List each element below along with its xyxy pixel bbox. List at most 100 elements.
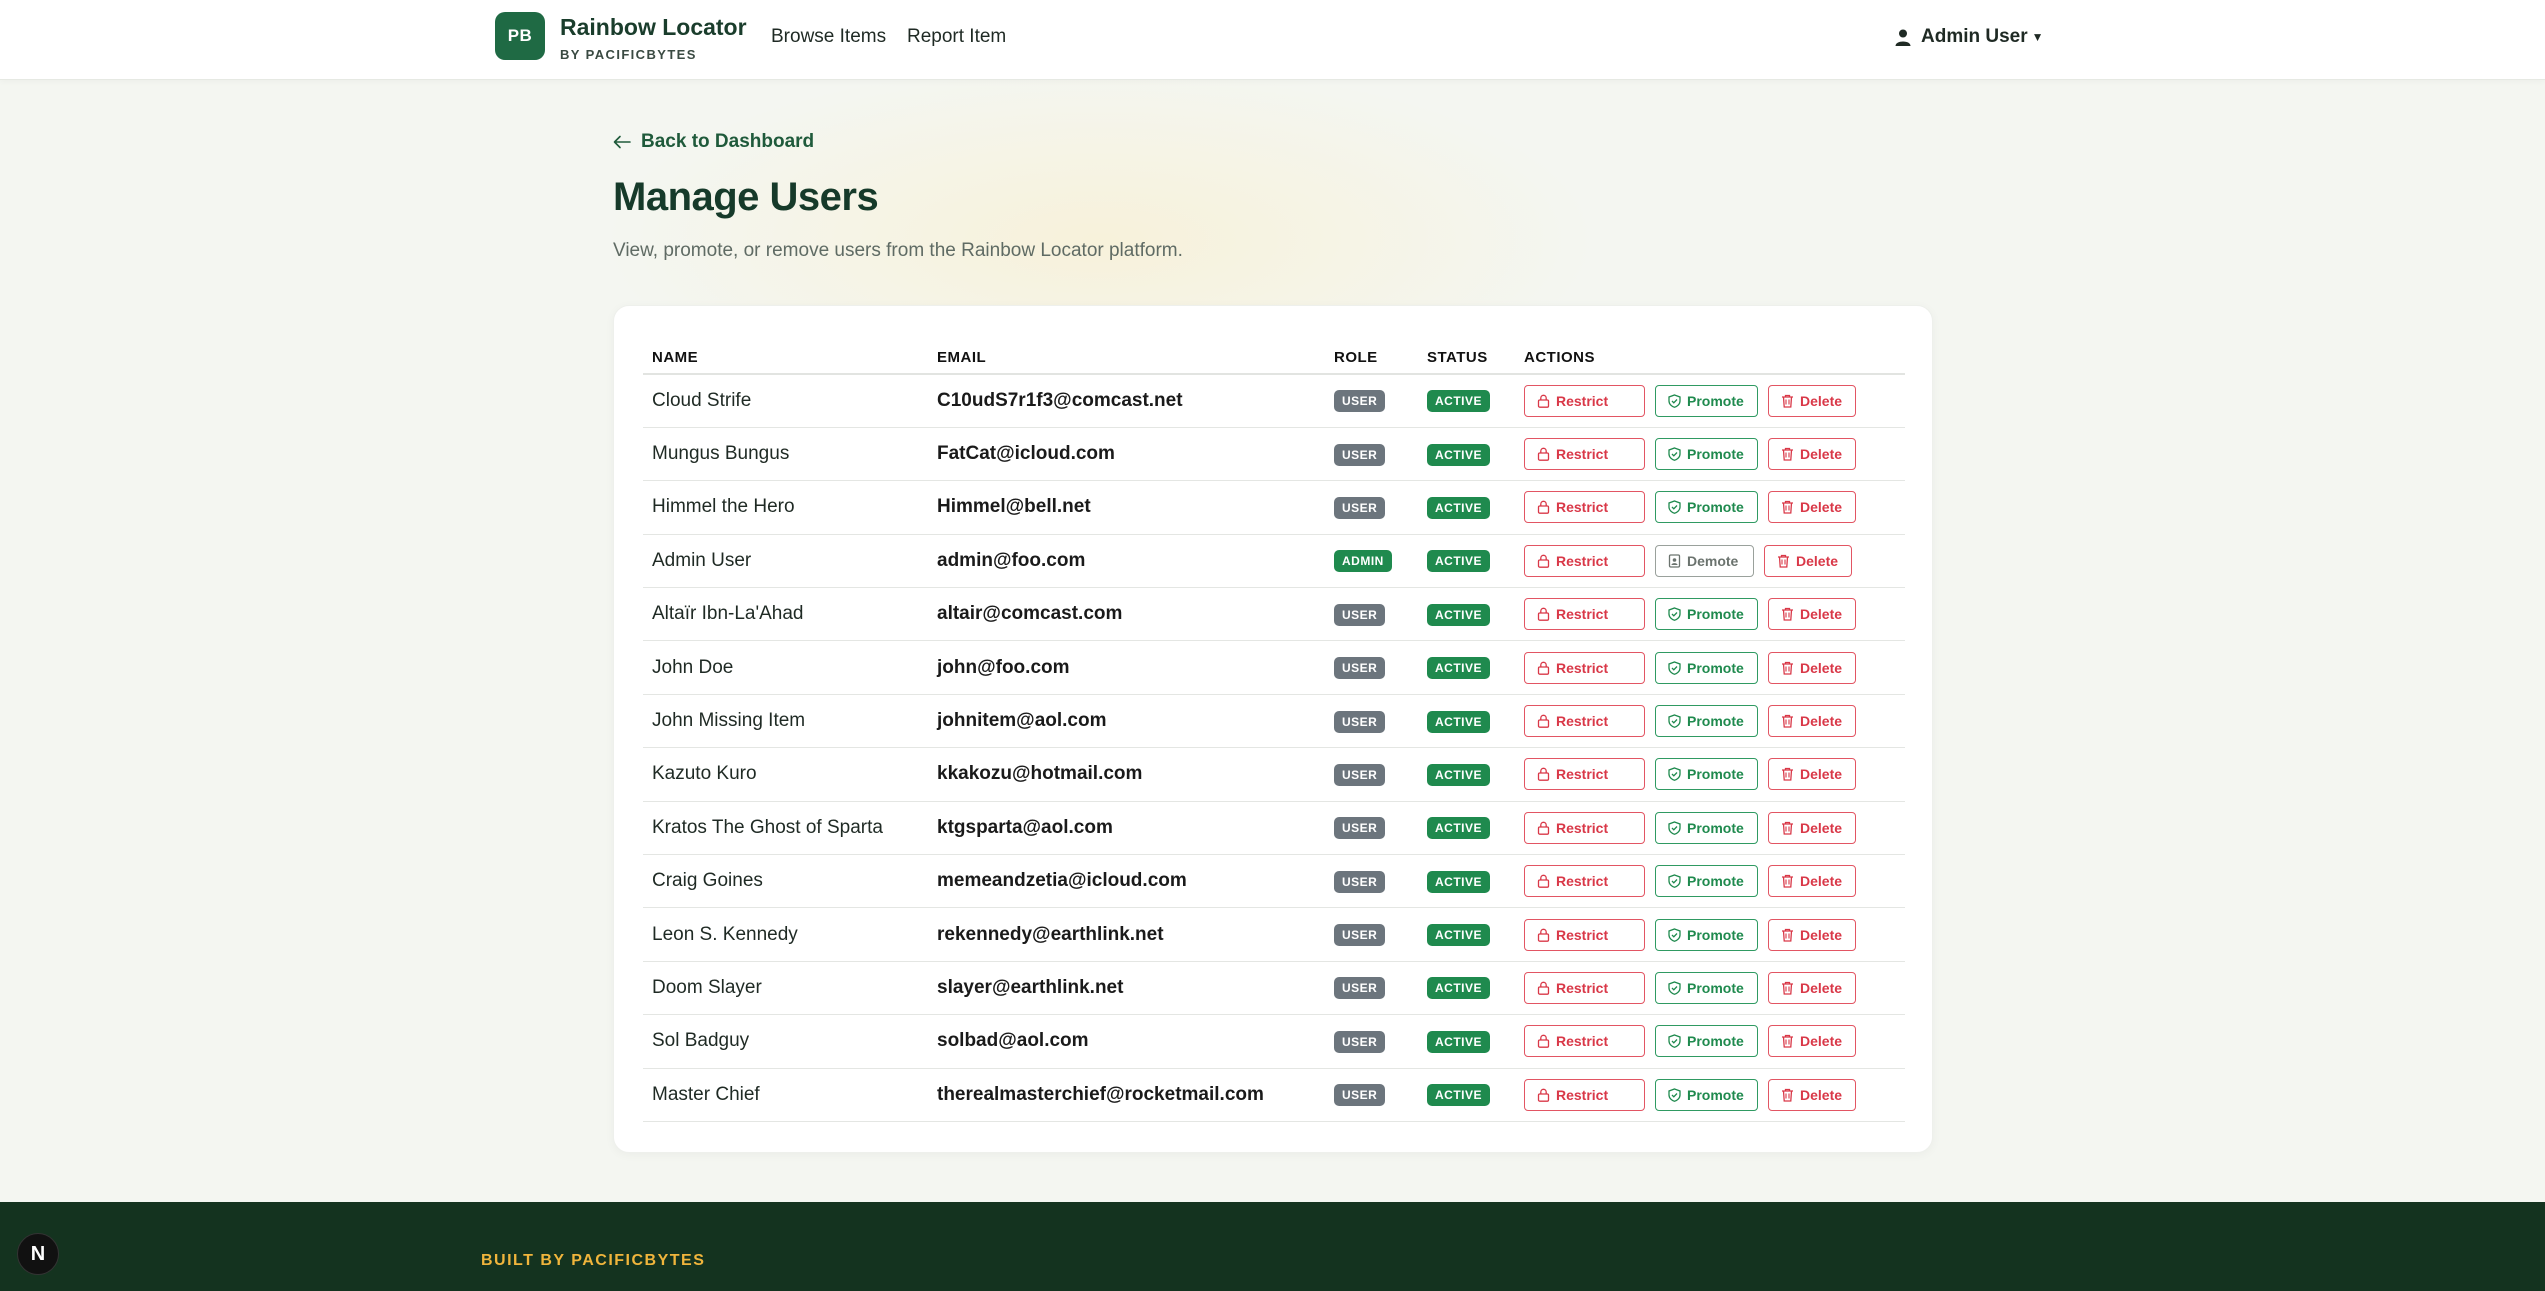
- brand-title[interactable]: Rainbow Locator: [560, 14, 747, 41]
- restrict-button[interactable]: Restrict: [1524, 438, 1645, 471]
- restrict-button-label: Restrict: [1556, 606, 1609, 623]
- user-name: Cloud Strife: [643, 374, 928, 428]
- column-header-email: EMAIL: [928, 342, 1325, 375]
- restrict-button-label: Restrict: [1556, 499, 1609, 516]
- actions-cell: Restrict Promote Delete: [1515, 427, 1905, 482]
- status-cell: ACTIVE: [1418, 1068, 1515, 1122]
- promote-button[interactable]: Promote: [1655, 651, 1758, 684]
- user-email: kkakozu@hotmail.com: [928, 747, 1325, 802]
- delete-button[interactable]: Delete: [1768, 705, 1856, 738]
- table-row: John Missing Item johnitem@aol.com USER …: [643, 694, 1905, 749]
- role-badge: USER: [1334, 924, 1386, 947]
- status-cell: ACTIVE: [1418, 1014, 1515, 1069]
- users-table: NAME EMAIL ROLE STATUS ACTIONS Cloud Str…: [643, 342, 1905, 1122]
- delete-button-label: Delete: [1800, 446, 1843, 463]
- trash-icon: [1778, 554, 1789, 568]
- restrict-button-label: Restrict: [1556, 392, 1609, 409]
- nextjs-dev-badge[interactable]: N: [17, 1233, 59, 1275]
- restrict-button[interactable]: Restrict: [1524, 865, 1645, 898]
- top-navbar: PB Rainbow Locator BY PACIFICBYTES Brows…: [0, 0, 2545, 80]
- promote-button[interactable]: Promote: [1655, 1078, 1758, 1111]
- trash-icon: [1782, 394, 1793, 408]
- status-badge: ACTIVE: [1427, 817, 1491, 840]
- role-action-label: Demote: [1687, 552, 1739, 569]
- promote-button[interactable]: Promote: [1655, 971, 1758, 1004]
- restrict-button[interactable]: Restrict: [1524, 598, 1645, 631]
- promote-button[interactable]: Promote: [1655, 598, 1758, 631]
- person-icon: [1895, 29, 1911, 46]
- shield-check-icon: [1668, 607, 1681, 622]
- status-cell: ACTIVE: [1418, 534, 1515, 589]
- delete-button[interactable]: Delete: [1768, 865, 1856, 898]
- shield-check-icon: [1668, 660, 1681, 675]
- role-action-label: Promote: [1687, 1033, 1744, 1050]
- shield-check-icon: [1668, 1034, 1681, 1049]
- restrict-button[interactable]: Restrict: [1524, 918, 1645, 951]
- delete-button[interactable]: Delete: [1768, 971, 1856, 1004]
- restrict-button[interactable]: Restrict: [1524, 1025, 1645, 1058]
- role-badge: USER: [1334, 1030, 1386, 1053]
- promote-button[interactable]: Promote: [1655, 384, 1758, 417]
- restrict-button-label: Restrict: [1556, 819, 1609, 836]
- delete-button[interactable]: Delete: [1768, 491, 1856, 524]
- demote-button[interactable]: Demote: [1655, 544, 1754, 577]
- nav-report-item[interactable]: Report Item: [907, 26, 1006, 48]
- promote-button[interactable]: Promote: [1655, 811, 1758, 844]
- promote-button[interactable]: Promote: [1655, 865, 1758, 898]
- nav-browse-items[interactable]: Browse Items: [771, 26, 886, 48]
- delete-button-label: Delete: [1800, 819, 1843, 836]
- table-row: Himmel the Hero Himmel@bell.net USER ACT…: [643, 480, 1905, 535]
- table-row: Leon S. Kennedy rekennedy@earthlink.net …: [643, 907, 1905, 962]
- restrict-button[interactable]: Restrict: [1524, 384, 1645, 417]
- lock-icon: [1537, 554, 1550, 568]
- restrict-button[interactable]: Restrict: [1524, 651, 1645, 684]
- restrict-button[interactable]: Restrict: [1524, 971, 1645, 1004]
- restrict-button[interactable]: Restrict: [1524, 1078, 1645, 1111]
- delete-button[interactable]: Delete: [1768, 598, 1856, 631]
- restrict-button[interactable]: Restrict: [1524, 758, 1645, 791]
- user-menu-dropdown[interactable]: Admin User ▼: [1895, 26, 2044, 48]
- role-action-label: Promote: [1687, 446, 1744, 463]
- shield-check-icon: [1668, 981, 1681, 995]
- brand-logo[interactable]: PB: [495, 12, 545, 60]
- role-action-label: Promote: [1687, 819, 1744, 836]
- status-badge: ACTIVE: [1427, 496, 1491, 519]
- delete-button[interactable]: Delete: [1768, 1078, 1856, 1111]
- back-to-dashboard-link[interactable]: Back to Dashboard: [613, 131, 814, 153]
- restrict-button[interactable]: Restrict: [1524, 705, 1645, 738]
- lock-icon: [1537, 1035, 1550, 1049]
- restrict-button[interactable]: Restrict: [1524, 811, 1645, 844]
- delete-button[interactable]: Delete: [1768, 384, 1856, 417]
- delete-button[interactable]: Delete: [1768, 438, 1856, 471]
- role-action-label: Promote: [1687, 766, 1744, 783]
- column-header-status: STATUS: [1418, 342, 1515, 375]
- promote-button[interactable]: Promote: [1655, 1025, 1758, 1058]
- role-cell: USER: [1325, 374, 1418, 428]
- user-email: johnitem@aol.com: [928, 694, 1325, 749]
- delete-button-label: Delete: [1800, 873, 1843, 890]
- role-action-label: Promote: [1687, 659, 1744, 676]
- column-header-role: ROLE: [1325, 342, 1418, 375]
- restrict-button[interactable]: Restrict: [1524, 491, 1645, 524]
- promote-button[interactable]: Promote: [1655, 438, 1758, 471]
- delete-button[interactable]: Delete: [1768, 651, 1856, 684]
- table-row: John Doe john@foo.com USER ACTIVE Restri…: [643, 640, 1905, 695]
- promote-button[interactable]: Promote: [1655, 918, 1758, 951]
- promote-button[interactable]: Promote: [1655, 491, 1758, 524]
- delete-button[interactable]: Delete: [1768, 918, 1856, 951]
- user-name: Craig Goines: [643, 854, 928, 909]
- promote-button[interactable]: Promote: [1655, 758, 1758, 791]
- restrict-button[interactable]: Restrict: [1524, 544, 1645, 577]
- role-cell: USER: [1325, 801, 1418, 856]
- status-cell: ACTIVE: [1418, 801, 1515, 856]
- user-email: slayer@earthlink.net: [928, 961, 1325, 1016]
- delete-button[interactable]: Delete: [1768, 758, 1856, 791]
- user-name: John Missing Item: [643, 694, 928, 749]
- delete-button[interactable]: Delete: [1768, 811, 1856, 844]
- user-name: Himmel the Hero: [643, 480, 928, 535]
- delete-button[interactable]: Delete: [1768, 1025, 1856, 1058]
- promote-button[interactable]: Promote: [1655, 705, 1758, 738]
- delete-button[interactable]: Delete: [1764, 544, 1852, 577]
- trash-icon: [1782, 447, 1793, 461]
- lock-icon: [1537, 714, 1550, 728]
